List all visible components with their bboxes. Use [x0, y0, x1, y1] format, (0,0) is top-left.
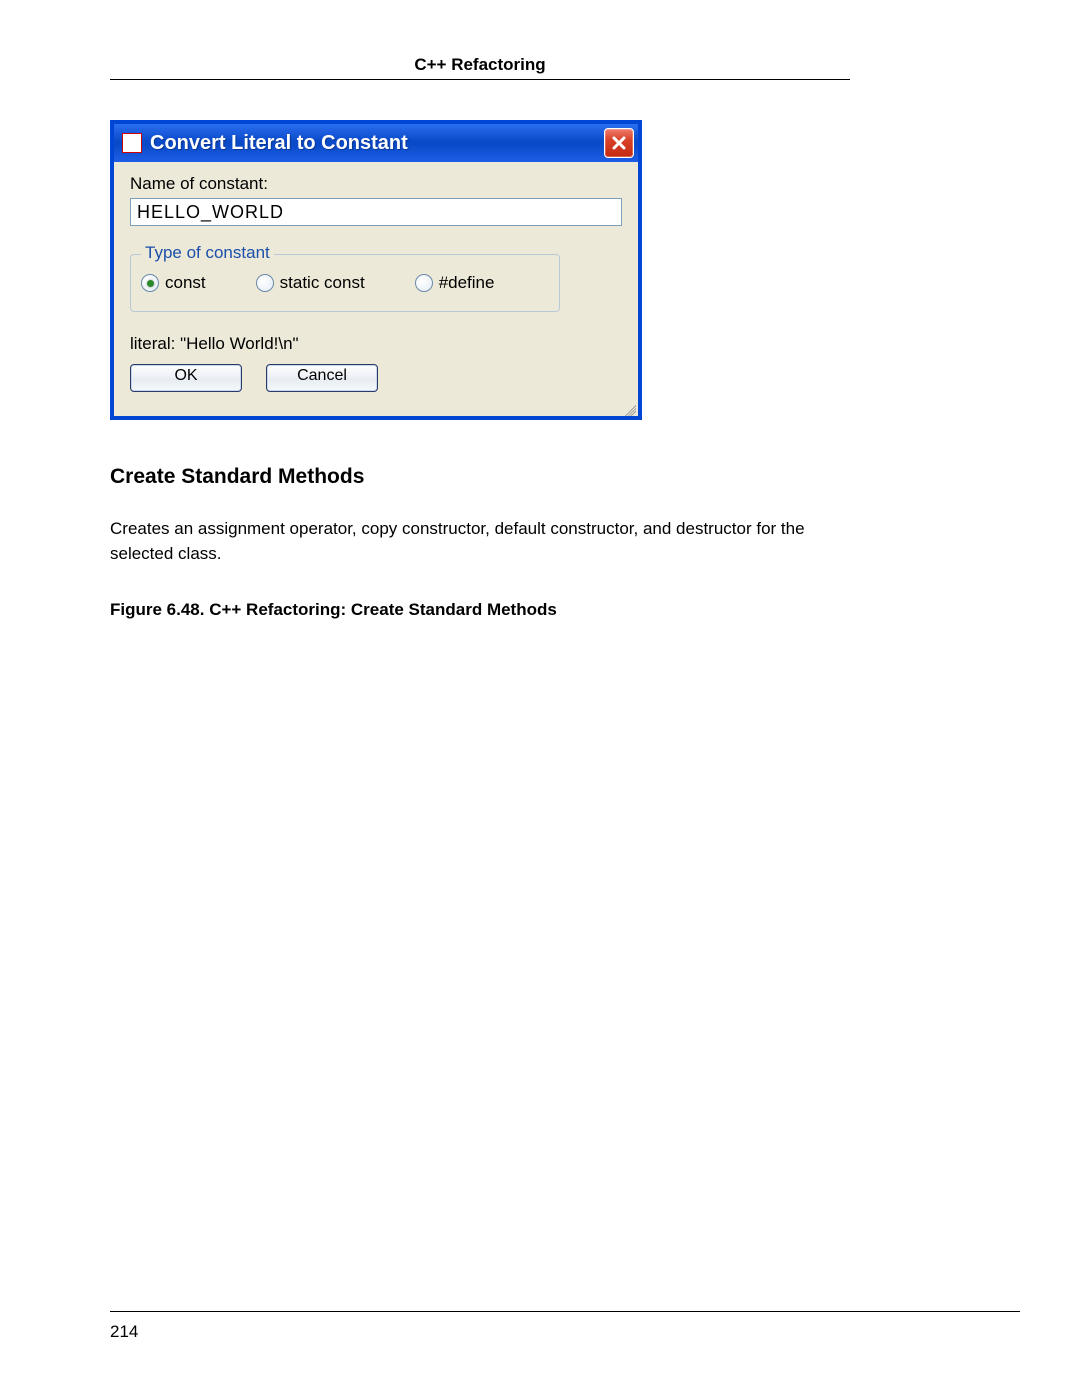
page-header: C++ Refactoring — [110, 55, 850, 79]
page-number: 214 — [110, 1322, 1020, 1342]
figure-caption: Figure 6.48. C++ Refactoring: Create Sta… — [110, 600, 850, 620]
radio-define[interactable]: #define — [415, 273, 495, 293]
section-heading: Create Standard Methods — [110, 465, 850, 489]
header-rule — [110, 79, 850, 80]
radio-dot-icon — [141, 274, 159, 292]
convert-literal-dialog: Convert Literal to Constant Name of cons… — [110, 120, 642, 420]
radio-dot-icon — [256, 274, 274, 292]
type-of-constant-group: Type of constant const static const #def… — [130, 254, 560, 312]
radio-dot-icon — [415, 274, 433, 292]
close-button[interactable] — [604, 128, 634, 158]
radio-const[interactable]: const — [141, 273, 206, 293]
radio-const-label: const — [165, 273, 206, 293]
dialog-title: Convert Literal to Constant — [150, 132, 604, 155]
radio-define-label: #define — [439, 273, 495, 293]
name-of-constant-input[interactable] — [130, 198, 622, 226]
resize-grip-icon[interactable] — [622, 402, 636, 416]
ok-button[interactable]: OK — [130, 364, 242, 392]
radio-static-const[interactable]: static const — [256, 273, 365, 293]
cancel-button[interactable]: Cancel — [266, 364, 378, 392]
literal-display: literal: "Hello World!\n" — [130, 334, 622, 354]
type-of-constant-legend: Type of constant — [141, 243, 274, 263]
radio-static-const-label: static const — [280, 273, 365, 293]
footer-rule — [110, 1311, 1020, 1312]
app-icon — [122, 133, 142, 153]
section-body: Creates an assignment operator, copy con… — [110, 517, 850, 566]
name-of-constant-label: Name of constant: — [130, 174, 622, 194]
dialog-titlebar[interactable]: Convert Literal to Constant — [114, 124, 638, 162]
close-icon — [611, 135, 627, 151]
resize-grip-area — [114, 402, 638, 416]
